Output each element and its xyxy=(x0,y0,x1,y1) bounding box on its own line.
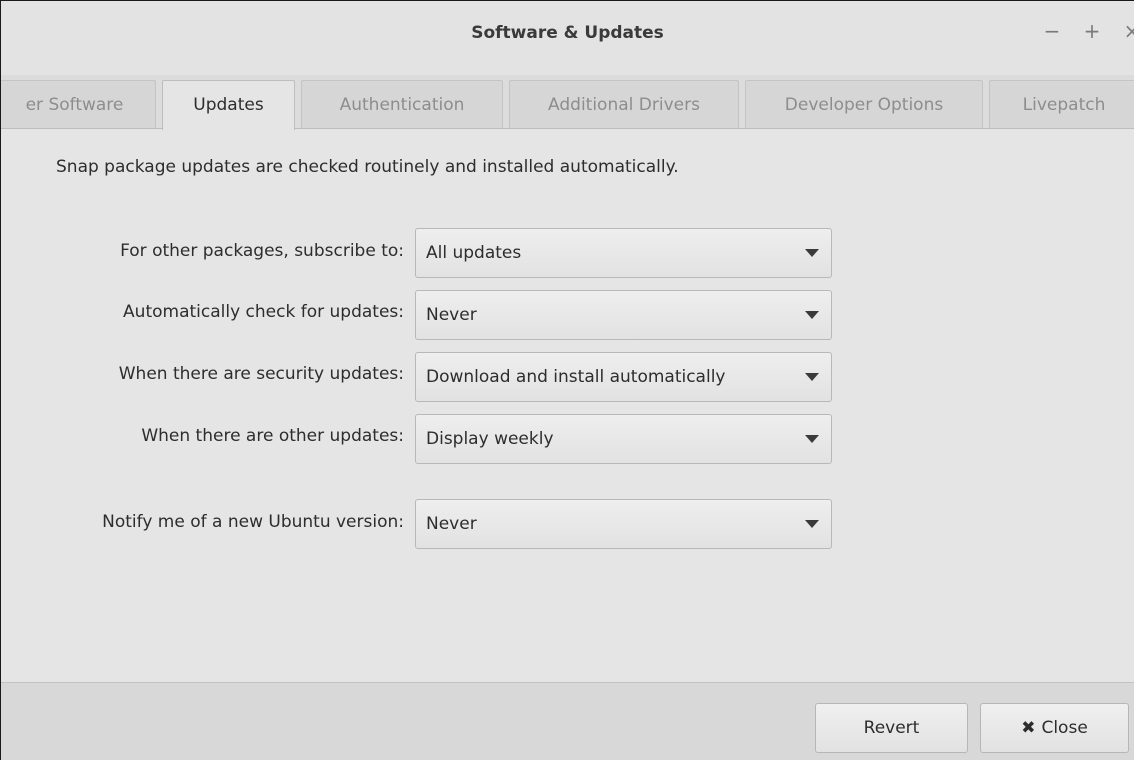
dropdown-value: Download and install automatically xyxy=(426,367,726,387)
close-button[interactable]: ✖ Close xyxy=(980,703,1129,753)
security-updates-label: When there are security updates: xyxy=(118,364,404,384)
tab-bar: er Software Updates Authentication Addit… xyxy=(1,74,1134,130)
chevron-down-icon xyxy=(805,435,819,443)
tab-livepatch[interactable]: Livepatch xyxy=(989,80,1134,128)
chevron-down-icon xyxy=(805,249,819,257)
other-updates-label: When there are other updates: xyxy=(141,426,404,446)
auto-check-label: Automatically check for updates: xyxy=(123,302,404,322)
software-updates-window: Software & Updates − + × er Software Upd… xyxy=(0,0,1134,760)
chevron-down-icon xyxy=(805,520,819,528)
security-updates-dropdown[interactable]: Download and install automatically xyxy=(415,352,832,402)
snap-info-text: Snap package updates are checked routine… xyxy=(56,157,679,177)
updates-panel: Snap package updates are checked routine… xyxy=(1,129,1134,682)
dropdown-value: All updates xyxy=(426,243,522,263)
chevron-down-icon xyxy=(805,311,819,319)
tab-developer-options[interactable]: Developer Options xyxy=(745,80,983,128)
tab-other-software[interactable]: er Software xyxy=(1,80,156,128)
dialog-footer: Revert ✖ Close xyxy=(1,682,1134,760)
revert-label: Revert xyxy=(863,718,920,738)
chevron-down-icon xyxy=(805,373,819,381)
tab-label: Updates xyxy=(193,95,264,115)
tab-label: Developer Options xyxy=(784,95,944,115)
tab-label: Additional Drivers xyxy=(548,95,700,115)
title-bar[interactable]: Software & Updates − + × xyxy=(1,0,1134,75)
dropdown-value: Display weekly xyxy=(426,429,554,449)
minimize-icon[interactable]: − xyxy=(1041,19,1063,43)
tab-label: Livepatch xyxy=(1022,95,1106,115)
dropdown-value: Never xyxy=(426,305,477,325)
ubuntu-version-label: Notify me of a new Ubuntu version: xyxy=(102,512,404,532)
subscribe-dropdown[interactable]: All updates xyxy=(415,228,832,278)
ubuntu-version-dropdown[interactable]: Never xyxy=(415,499,832,549)
revert-button[interactable]: Revert xyxy=(815,703,968,753)
window-title: Software & Updates xyxy=(471,23,664,43)
subscribe-label: For other packages, subscribe to: xyxy=(120,241,404,261)
tab-authentication[interactable]: Authentication xyxy=(301,80,503,128)
close-window-icon[interactable]: × xyxy=(1121,19,1134,43)
tab-updates[interactable]: Updates xyxy=(162,80,295,130)
close-label: Close xyxy=(1041,718,1088,738)
other-updates-dropdown[interactable]: Display weekly xyxy=(415,414,832,464)
auto-check-dropdown[interactable]: Never xyxy=(415,290,832,340)
tab-label: Authentication xyxy=(339,95,465,115)
tab-additional-drivers[interactable]: Additional Drivers xyxy=(509,80,739,128)
tab-label: er Software xyxy=(25,95,124,115)
dropdown-value: Never xyxy=(426,514,477,534)
close-icon: ✖ xyxy=(1021,718,1036,738)
maximize-icon[interactable]: + xyxy=(1081,19,1103,43)
